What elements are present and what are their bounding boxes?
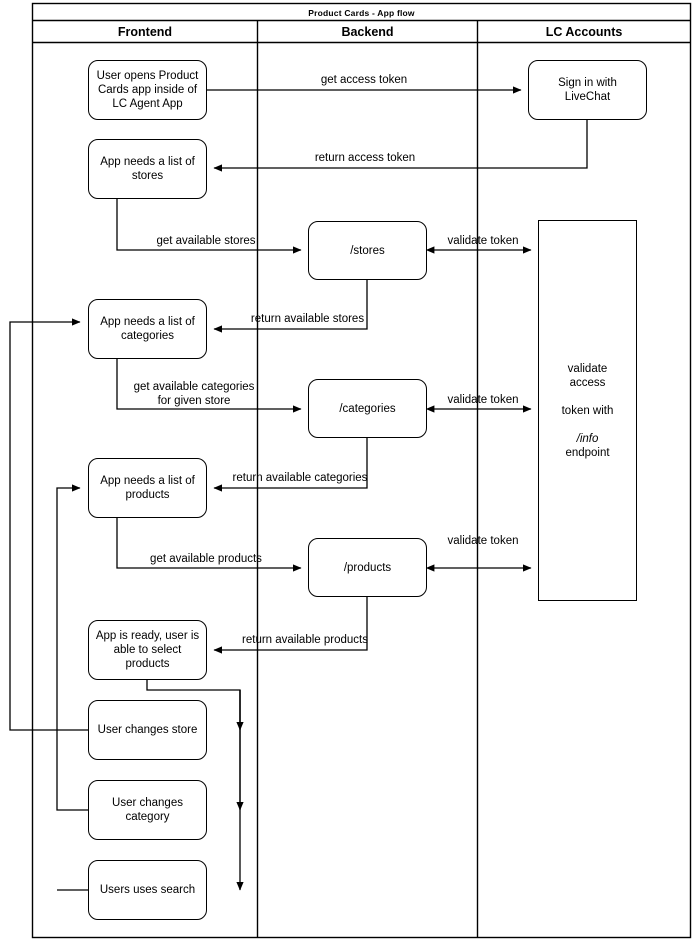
edge-label-return-access-token: return access token bbox=[314, 152, 416, 164]
edge-label-return-available-categories: return available categories bbox=[232, 472, 368, 484]
node-app-needs-stores[interactable]: App needs a list of stores bbox=[88, 139, 207, 199]
validate-line-1: validate access bbox=[567, 362, 608, 389]
edge-label-get-available-categories: get available categories for given store bbox=[118, 380, 270, 408]
node-label: validate access token with /info endpoin… bbox=[539, 362, 636, 460]
node-label: Sign in with LiveChat bbox=[558, 77, 617, 103]
node-label: App needs a list of categories bbox=[100, 316, 195, 342]
validate-line-3-endpoint: /info bbox=[576, 432, 599, 445]
diagram-title: Product Cards - App flow bbox=[308, 7, 415, 18]
node-user-changes-category[interactable]: User changes category bbox=[88, 780, 207, 840]
edge-label-get-access-token: get access token bbox=[320, 74, 408, 86]
edge-label-return-available-stores: return available stores bbox=[250, 313, 365, 325]
node-app-needs-categories[interactable]: App needs a list of categories bbox=[88, 299, 207, 359]
node-endpoint-products[interactable]: /products bbox=[308, 538, 427, 597]
edge-label-line-2: for given store bbox=[157, 395, 231, 407]
node-user-changes-store[interactable]: User changes store bbox=[88, 700, 207, 760]
lane-header-lc-accounts: LC Accounts bbox=[545, 25, 623, 39]
flowchart-canvas: Product Cards - App flow Frontend Backen… bbox=[0, 0, 699, 941]
node-validate-access-token[interactable]: validate access token with /info endpoin… bbox=[538, 220, 637, 601]
node-label: User changes store bbox=[97, 724, 198, 736]
edge-label-validate-token-stores: validate token bbox=[447, 235, 519, 247]
edge-label-return-available-products: return available products bbox=[242, 634, 368, 646]
edge-label-validate-token-products: validate token bbox=[447, 535, 519, 547]
node-endpoint-categories[interactable]: /categories bbox=[308, 379, 427, 438]
node-label: Users uses search bbox=[99, 884, 196, 896]
node-app-is-ready[interactable]: App is ready, user is able to select pro… bbox=[88, 620, 207, 680]
edge-store-to-categories bbox=[9, 318, 88, 731]
node-label: /products bbox=[343, 561, 392, 574]
edge-category-to-products bbox=[56, 484, 88, 811]
validate-line-2: token with bbox=[561, 404, 614, 417]
node-label: App is ready, user is able to select pro… bbox=[95, 630, 200, 670]
node-label: App needs a list of stores bbox=[100, 156, 195, 182]
validate-line-3-rest: endpoint bbox=[565, 446, 610, 459]
edge-label-validate-token-categories: validate token bbox=[447, 394, 519, 406]
node-label: User changes category bbox=[112, 797, 183, 823]
node-endpoint-stores[interactable]: /stores bbox=[308, 221, 427, 280]
node-label: /stores bbox=[350, 244, 385, 257]
lane-header-backend: Backend bbox=[341, 25, 394, 39]
node-label: User opens Product Cards app inside of L… bbox=[96, 70, 199, 110]
node-label: App needs a list of products bbox=[100, 475, 195, 501]
edge-label-line-1: get available categories bbox=[133, 381, 255, 393]
lane-header-frontend: Frontend bbox=[117, 25, 173, 39]
node-users-uses-search[interactable]: Users uses search bbox=[88, 860, 207, 920]
edge-label-get-available-products: get available products bbox=[150, 553, 262, 565]
node-label: /categories bbox=[339, 402, 396, 415]
node-user-opens-product-cards[interactable]: User opens Product Cards app inside of L… bbox=[88, 60, 207, 120]
node-sign-in-with-livechat[interactable]: Sign in with LiveChat bbox=[528, 60, 647, 120]
edge-label-get-available-stores: get available stores bbox=[156, 235, 256, 247]
node-app-needs-products[interactable]: App needs a list of products bbox=[88, 458, 207, 518]
